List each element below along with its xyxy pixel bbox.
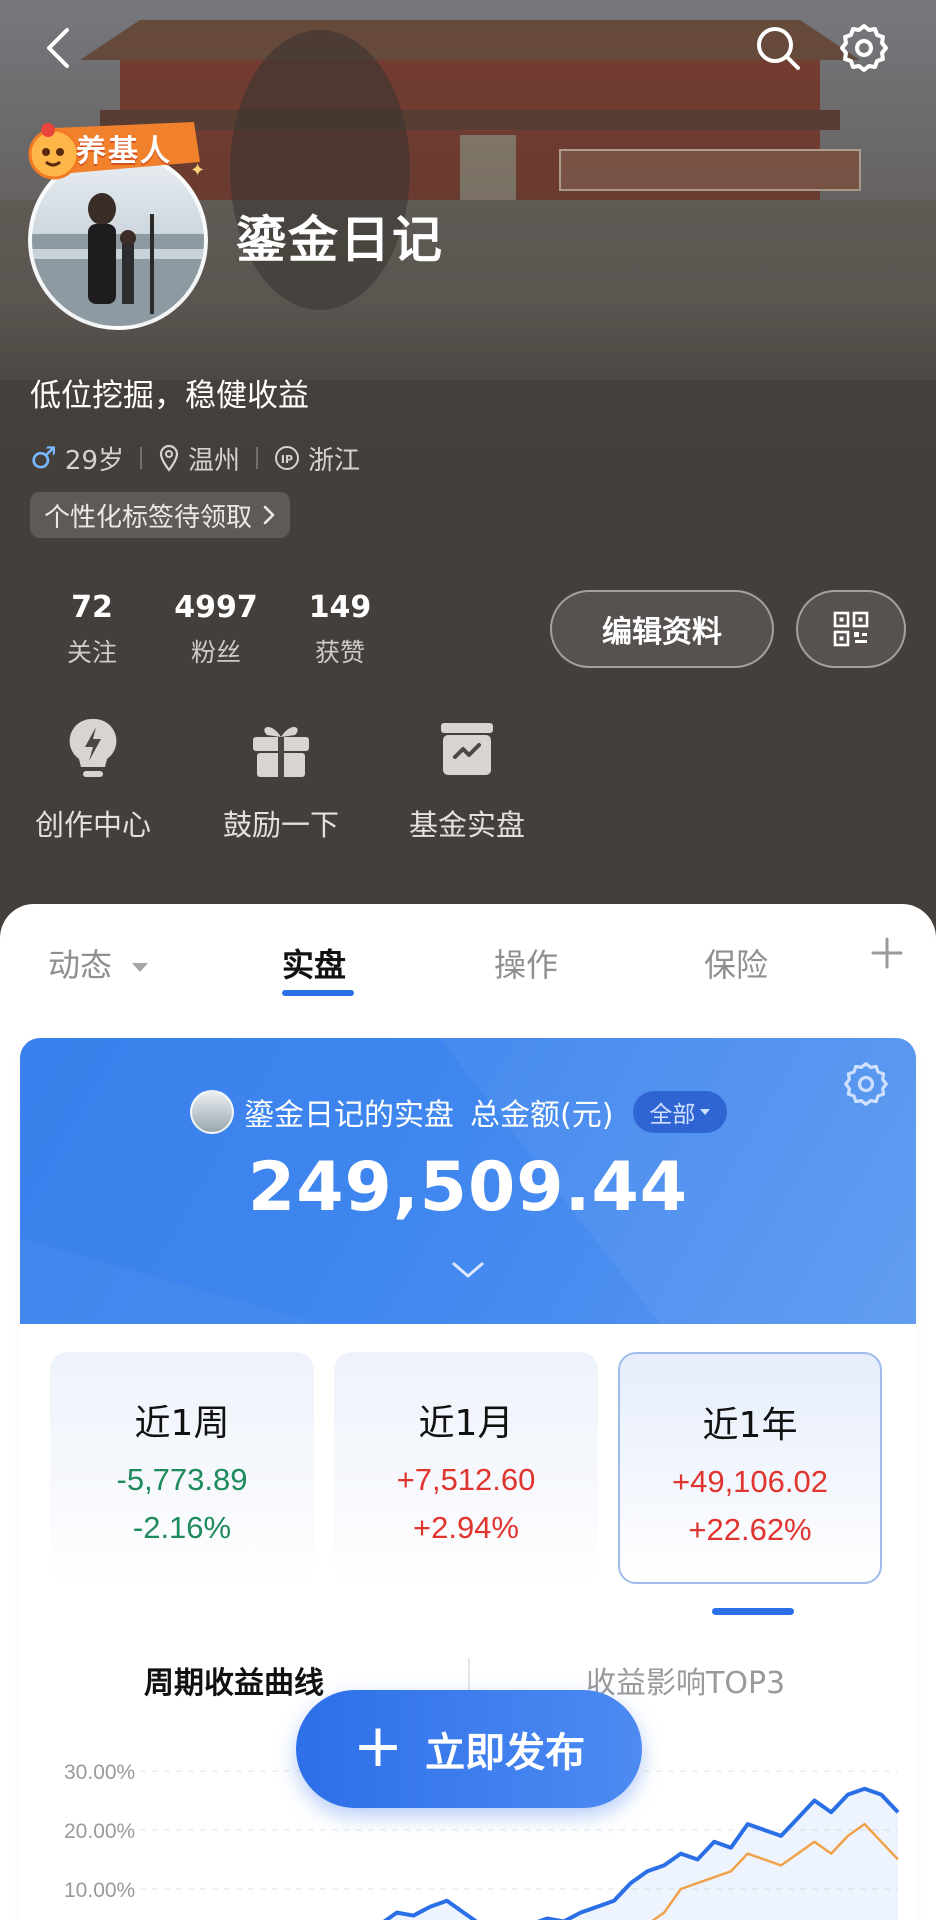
period-amount: +7,512.60 bbox=[396, 1462, 536, 1497]
edit-profile-button[interactable]: 编辑资料 bbox=[550, 590, 774, 668]
gear-icon bbox=[840, 24, 888, 72]
city-text: 温州 bbox=[188, 445, 241, 476]
scope-selector[interactable]: 全部 bbox=[633, 1091, 728, 1133]
quick-action-fund-portfolio[interactable]: 基金实盘 bbox=[382, 714, 552, 844]
stat-value: 4997 bbox=[174, 590, 258, 625]
location-pin-icon bbox=[159, 444, 179, 472]
qr-code-icon bbox=[833, 611, 869, 647]
y-tick-label: 20.00% bbox=[64, 1820, 135, 1843]
stat-value: 72 bbox=[71, 590, 113, 625]
tab-label: 动态 bbox=[48, 946, 113, 984]
publish-button[interactable]: + 立即发布 bbox=[296, 1690, 642, 1808]
stat-followers[interactable]: 4997 粉丝 bbox=[154, 590, 278, 669]
location: 温州 bbox=[158, 440, 240, 477]
search-button[interactable] bbox=[750, 20, 806, 76]
search-icon bbox=[757, 27, 800, 70]
stat-likes[interactable]: 149 获赞 bbox=[278, 590, 402, 669]
add-tab-button[interactable] bbox=[870, 934, 904, 980]
plus-icon: + bbox=[352, 1711, 404, 1781]
period-percent: +22.62% bbox=[688, 1512, 812, 1547]
profile-stats: 72 关注 4997 粉丝 149 获赞 bbox=[30, 590, 402, 669]
quick-action-encourage[interactable]: 鼓励一下 bbox=[196, 714, 366, 844]
period-card-year[interactable]: 近1年 +49,106.02 +22.62% bbox=[618, 1352, 882, 1584]
ip-icon: IP bbox=[275, 446, 300, 470]
content-tabs: 动态 实盘 操作 保险 bbox=[0, 904, 936, 1008]
male-icon: ♂ bbox=[30, 440, 57, 476]
total-label: 总金额(元) bbox=[470, 1098, 614, 1133]
svg-text:IP: IP bbox=[281, 453, 293, 466]
gift-icon bbox=[246, 714, 316, 784]
stat-label: 粉丝 bbox=[190, 638, 241, 667]
badge-label: 养基人 bbox=[76, 134, 172, 169]
stat-label: 关注 bbox=[66, 638, 117, 667]
chart-box-icon bbox=[432, 714, 502, 784]
y-tick-label: 10.00% bbox=[64, 1879, 135, 1902]
period-title: 近1年 bbox=[702, 1405, 798, 1446]
meta-divider bbox=[140, 447, 142, 469]
caret-down-icon bbox=[132, 963, 149, 972]
portfolio-settings-button[interactable] bbox=[842, 1060, 890, 1108]
meta-divider bbox=[256, 447, 259, 469]
user-meta: ♂ 29岁 温州 IP 浙江 bbox=[30, 438, 360, 478]
period-title: 近1周 bbox=[134, 1403, 230, 1444]
period-selector: 近1周 -5,773.89 -2.16% 近1月 +7,512.60 +2.94… bbox=[50, 1352, 882, 1584]
period-card-month[interactable]: 近1月 +7,512.60 +2.94% bbox=[334, 1352, 598, 1584]
expand-button[interactable] bbox=[448, 1258, 488, 1288]
qr-code-button[interactable] bbox=[796, 590, 906, 668]
settings-button[interactable] bbox=[836, 20, 892, 76]
tab-portfolio[interactable]: 实盘 bbox=[282, 940, 346, 986]
active-tab-indicator bbox=[282, 990, 354, 996]
personal-tag-button[interactable]: 个性化标签待领取 bbox=[30, 492, 291, 538]
caret-down-icon bbox=[700, 1109, 711, 1115]
period-title: 近1月 bbox=[418, 1403, 514, 1444]
quick-action-creator-center[interactable]: 创作中心 bbox=[8, 714, 178, 844]
tab-insurance[interactable]: 保险 bbox=[704, 940, 768, 986]
quick-action-label: 基金实盘 bbox=[408, 808, 525, 842]
tag-prompt-text: 个性化标签待领取 bbox=[44, 502, 253, 533]
period-card-week[interactable]: 近1周 -5,773.89 -2.16% bbox=[50, 1352, 314, 1584]
tab-top3-impact[interactable]: 收益影响TOP3 bbox=[586, 1658, 785, 1702]
svg-text:✦: ✦ bbox=[190, 160, 205, 181]
avatar-container[interactable]: ✦ 养基人 bbox=[28, 122, 208, 330]
chevron-right-icon bbox=[263, 505, 275, 525]
tab-feed[interactable]: 动态 bbox=[48, 940, 150, 986]
gear-icon bbox=[844, 1062, 888, 1106]
tab-return-curve[interactable]: 周期收益曲线 bbox=[144, 1658, 324, 1702]
portfolio-title-row: 鎏金日记的实盘 总金额(元) 全部 bbox=[190, 1090, 728, 1134]
gender-age: ♂ 29岁 bbox=[30, 440, 124, 477]
period-percent: +2.94% bbox=[412, 1510, 519, 1545]
ip-region: IP 浙江 bbox=[274, 440, 360, 477]
period-amount: +49,106.02 bbox=[671, 1464, 828, 1499]
plus-icon bbox=[871, 937, 903, 969]
portfolio-summary-banner: 鎏金日记的实盘 总金额(元) 全部 249,509.44 bbox=[20, 1038, 916, 1324]
quick-action-label: 创作中心 bbox=[34, 808, 151, 842]
fund-investor-badge: ✦ 养基人 bbox=[24, 118, 206, 188]
selected-period-indicator bbox=[712, 1608, 794, 1615]
tab-operations[interactable]: 操作 bbox=[494, 940, 558, 986]
username: 鎏金日记 bbox=[236, 211, 444, 269]
age-text: 29岁 bbox=[64, 445, 124, 476]
user-bio: 低位挖掘，稳健收益 bbox=[30, 378, 309, 414]
y-tick-label: 30.00% bbox=[64, 1761, 135, 1784]
chevron-left-icon bbox=[47, 28, 69, 68]
stat-value: 149 bbox=[308, 590, 372, 625]
back-button[interactable] bbox=[30, 20, 86, 76]
total-amount: 249,509.44 bbox=[247, 1148, 689, 1227]
ip-region-text: 浙江 bbox=[308, 445, 361, 476]
quick-action-label: 鼓励一下 bbox=[222, 808, 339, 842]
scope-value: 全部 bbox=[649, 1102, 696, 1128]
chevron-down-icon bbox=[452, 1262, 484, 1278]
lightning-bulb-icon bbox=[58, 714, 128, 784]
period-amount: -5,773.89 bbox=[116, 1462, 248, 1497]
publish-label: 立即发布 bbox=[425, 1730, 586, 1776]
period-percent: -2.16% bbox=[132, 1510, 232, 1545]
avatar bbox=[190, 1090, 234, 1134]
stat-label: 获赞 bbox=[314, 638, 365, 667]
portfolio-title: 鎏金日记的实盘 bbox=[244, 1098, 454, 1133]
stat-following[interactable]: 72 关注 bbox=[30, 590, 154, 669]
